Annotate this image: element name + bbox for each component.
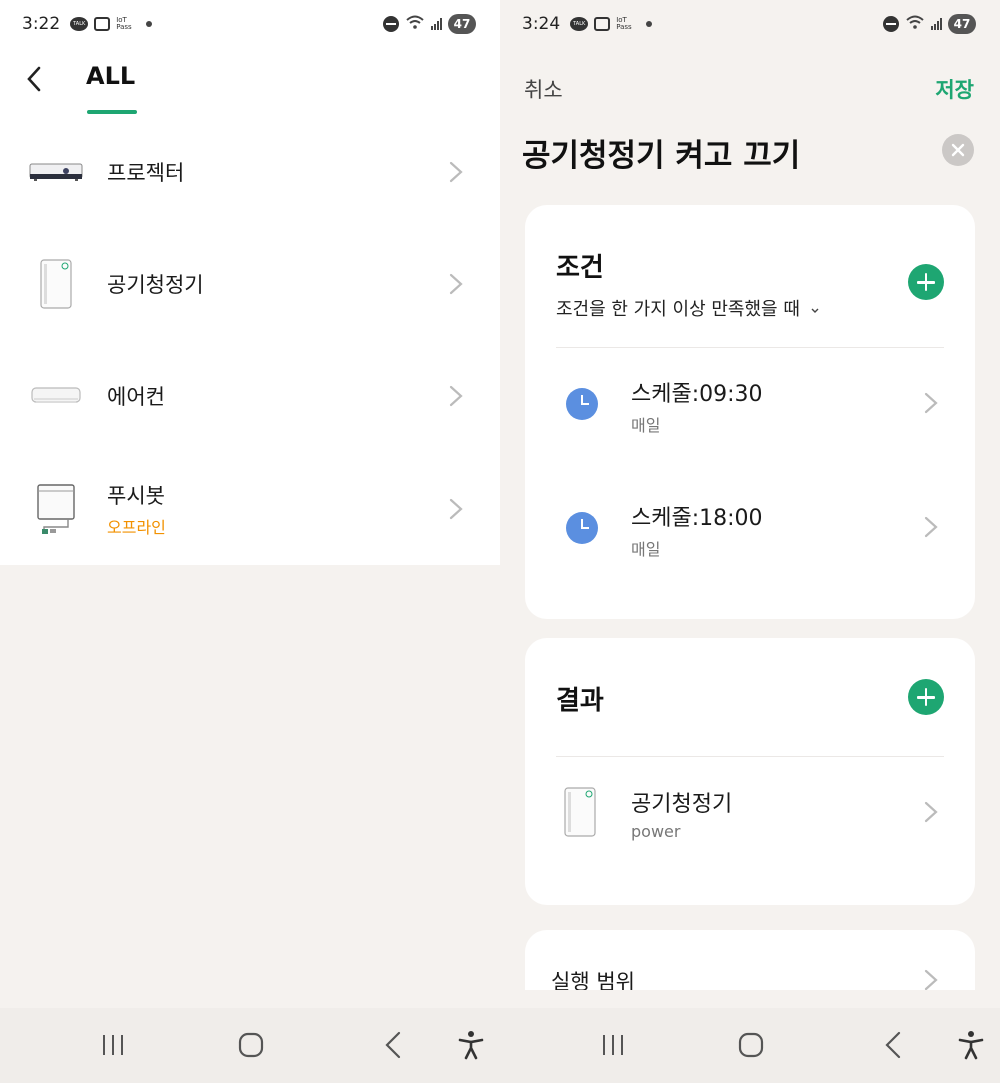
add-condition-button[interactable]: [908, 264, 944, 300]
chevron-left-icon: [27, 66, 41, 92]
add-result-button[interactable]: [908, 679, 944, 715]
accessibility-icon: [458, 1031, 484, 1060]
chevron-right-icon: [449, 273, 463, 295]
device-list-screen: 3:22 TALK IoT Pass 47 ALL 프로젝터 공기청정기 에어컨…: [0, 0, 500, 1083]
results-card: 결과 공기청정기 power: [525, 638, 975, 905]
result-item[interactable]: 공기청정기 power: [525, 766, 975, 856]
condition-item[interactable]: 스케줄:09:30 매일: [525, 357, 975, 447]
air-purifier-icon: [563, 786, 597, 842]
chevron-down-icon: [811, 308, 819, 313]
status-bar: 3:24 TALK IoT Pass 47: [500, 0, 1000, 48]
conditions-title: 조건: [556, 253, 604, 283]
conditions-card: 조건 조건을 한 가지 이상 만족했을 때 스케줄:09:30 매일 스케줄:1…: [525, 205, 975, 619]
accessibility-button[interactable]: [456, 1030, 486, 1060]
kakaotalk-notification-icon: TALK: [70, 17, 89, 31]
condition-match-dropdown[interactable]: 조건을 한 가지 이상 만족했을 때: [556, 295, 820, 321]
back-button[interactable]: [20, 62, 48, 96]
air-purifier-icon: [28, 256, 84, 312]
status-time: 3:22: [22, 14, 61, 34]
save-button[interactable]: 저장: [935, 74, 974, 104]
clock-icon: [566, 388, 598, 420]
pushbot-icon: [28, 481, 84, 537]
chevron-right-icon: [449, 498, 463, 520]
device-item-pushbot[interactable]: 푸시봇 오프라인: [0, 459, 500, 559]
device-name: 프로젝터: [107, 161, 185, 185]
device-item-air-purifier[interactable]: 공기청정기: [0, 234, 500, 334]
home-button[interactable]: [236, 1030, 266, 1060]
iot-pass-notification-icon: IoT Pass: [616, 16, 632, 31]
clear-title-button[interactable]: [942, 134, 974, 166]
offline-status-label: 오프라인: [107, 518, 166, 537]
cancel-button[interactable]: 취소: [524, 74, 563, 104]
close-icon: [951, 143, 965, 157]
condition-item[interactable]: 스케줄:18:00 매일: [525, 481, 975, 571]
accessibility-icon: [958, 1031, 984, 1060]
active-tab-indicator: [87, 110, 137, 114]
navigation-bar: [500, 1008, 1000, 1083]
signal-icon: [431, 18, 442, 30]
recent-apps-icon: [603, 1035, 623, 1055]
condition-title: 스케줄:09:30: [631, 382, 763, 407]
do-not-disturb-icon: [383, 16, 399, 32]
back-nav-button[interactable]: [878, 1030, 908, 1060]
result-subtitle: power: [631, 822, 681, 841]
divider: [556, 756, 944, 757]
chevron-right-icon: [924, 969, 938, 990]
condition-title: 스케줄:18:00: [631, 506, 763, 531]
condition-match-label: 조건을 한 가지 이상 만족했을 때: [556, 299, 800, 320]
back-nav-button[interactable]: [378, 1030, 408, 1060]
back-icon: [885, 1031, 901, 1059]
home-icon: [238, 1032, 264, 1058]
execution-scope-card[interactable]: 실행 범위: [525, 930, 975, 990]
do-not-disturb-icon: [883, 16, 899, 32]
chevron-right-icon: [449, 385, 463, 407]
more-notifications-icon: [645, 21, 652, 27]
device-name: 공기청정기: [107, 273, 204, 297]
device-item-air-conditioner[interactable]: 에어컨: [0, 346, 500, 446]
more-notifications-icon: [145, 21, 152, 27]
recent-apps-button[interactable]: [598, 1030, 628, 1060]
back-icon: [385, 1031, 401, 1059]
scope-card-clip: 실행 범위: [525, 930, 975, 990]
wifi-icon: [905, 14, 925, 34]
projector-icon: [28, 144, 84, 200]
screenshot-notification-icon: [594, 17, 611, 31]
recent-apps-icon: [103, 1035, 123, 1055]
divider: [556, 347, 944, 348]
execution-scope-label: 실행 범위: [551, 970, 635, 990]
device-item-projector[interactable]: 프로젝터: [0, 122, 500, 222]
signal-icon: [931, 18, 942, 30]
status-bar: 3:22 TALK IoT Pass 47: [0, 0, 500, 48]
chevron-right-icon: [449, 161, 463, 183]
chevron-right-icon: [924, 392, 938, 414]
accessibility-button[interactable]: [956, 1030, 986, 1060]
recent-apps-button[interactable]: [98, 1030, 128, 1060]
battery-icon: 47: [948, 14, 976, 34]
condition-subtitle: 매일: [631, 416, 661, 435]
air-conditioner-icon: [28, 368, 84, 424]
device-name: 에어컨: [107, 385, 165, 409]
navigation-bar: [0, 1008, 500, 1083]
tab-all[interactable]: ALL: [86, 62, 135, 90]
iot-pass-notification-icon: IoT Pass: [116, 16, 132, 31]
chevron-right-icon: [924, 801, 938, 823]
screenshot-notification-icon: [94, 17, 111, 31]
condition-subtitle: 매일: [631, 540, 661, 559]
results-title: 결과: [556, 686, 604, 716]
home-button[interactable]: [736, 1030, 766, 1060]
result-title: 공기청정기: [631, 792, 733, 817]
chevron-right-icon: [924, 516, 938, 538]
routine-title[interactable]: 공기청정기 켜고 끄기: [522, 130, 800, 175]
home-icon: [738, 1032, 764, 1058]
wifi-icon: [405, 14, 425, 34]
device-name: 푸시봇: [107, 484, 165, 508]
kakaotalk-notification-icon: TALK: [570, 17, 589, 31]
battery-icon: 47: [448, 14, 476, 34]
routine-edit-screen: 3:24 TALK IoT Pass 47 취소 저장 공기청정기 켜고 끄기 …: [500, 0, 1000, 1083]
status-time: 3:24: [522, 14, 561, 34]
clock-icon: [566, 512, 598, 544]
